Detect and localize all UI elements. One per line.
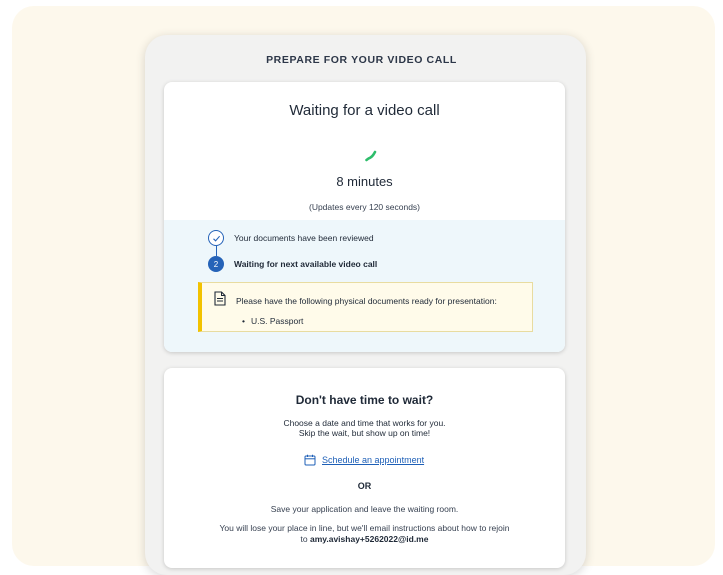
waiting-card-title: Waiting for a video call: [289, 102, 440, 119]
schedule-appointment-link[interactable]: Schedule an appointment: [304, 454, 424, 466]
email-address: amy.avishay+5262022@id.me: [309, 534, 429, 544]
email-prefix: to: [300, 534, 308, 544]
waiting-card: Waiting for a video call 8 minutes (Upda…: [164, 82, 565, 352]
step-label: Waiting for next available video call: [234, 259, 378, 269]
reschedule-card: Don't have time to wait? Choose a date a…: [164, 368, 565, 568]
save-application-text: Save your application and leave the wait…: [270, 504, 459, 514]
status-panel: Your documents have been reviewed 2 Wait…: [164, 220, 565, 352]
document-icon: [214, 291, 226, 306]
step-waiting: 2 Waiting for next available video call: [208, 255, 377, 273]
reschedule-subtitle: Skip the wait, but show up on time!: [298, 428, 431, 438]
or-divider: OR: [357, 481, 372, 491]
notice-text: Please have the following physical docum…: [236, 296, 497, 306]
step-documents-reviewed: Your documents have been reviewed: [208, 229, 374, 247]
reschedule-card-title: Don't have time to wait?: [295, 393, 434, 407]
wait-time: 8 minutes: [336, 174, 393, 189]
documents-notice: Please have the following physical docum…: [198, 282, 533, 332]
reschedule-subtitle: Choose a date and time that works for yo…: [283, 418, 446, 428]
update-note: (Updates every 120 seconds): [308, 202, 421, 212]
step-label: Your documents have been reviewed: [234, 233, 374, 243]
phone-icon: [365, 150, 377, 162]
page-title: PREPARE FOR YOUR VIDEO CALL: [266, 54, 457, 66]
calendar-icon: [304, 454, 316, 466]
schedule-link-label[interactable]: Schedule an appointment: [322, 455, 424, 465]
check-icon: [208, 230, 224, 246]
email-line: to amy.avishay+5262022@id.me: [164, 534, 565, 544]
notice-list-item: U.S. Passport: [242, 316, 303, 326]
step-number-badge: 2: [208, 256, 224, 272]
lose-place-text: You will lose your place in line, but we…: [219, 523, 510, 533]
